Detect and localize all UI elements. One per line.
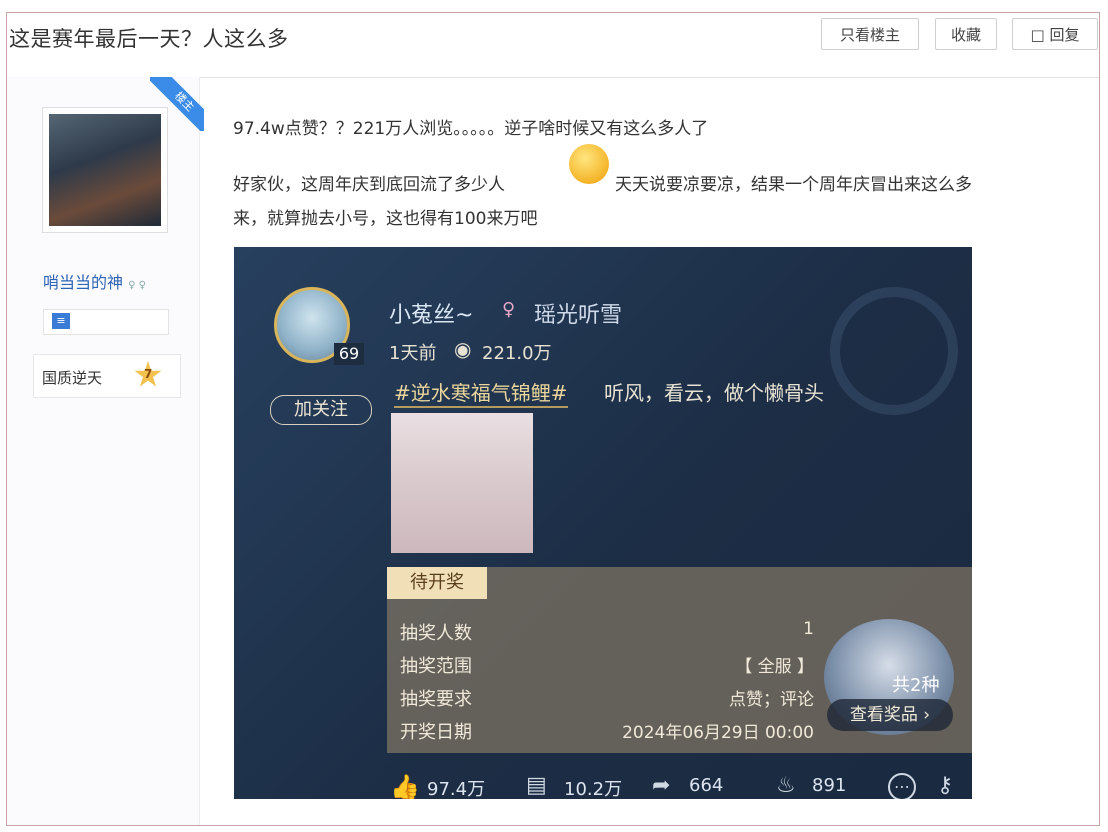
game-user-level: 69 — [334, 343, 364, 365]
lottery-value-requirement: 点赞；评论 — [729, 690, 814, 710]
author-name[interactable]: 哨当当的神 ♀ ♀ — [43, 269, 146, 293]
shares-count: 664 — [689, 775, 724, 796]
author-sidebar: 楼主 哨当当的神 ♀ ♀ ≡ 国质逆天 7 — [7, 77, 204, 825]
member-level-box: ≡ — [43, 309, 169, 335]
game-post-text: 听风，看云，做个懒骨头 — [604, 381, 824, 405]
user-title-box: 国质逆天 7 — [33, 354, 181, 398]
gender-icon: ♀ ♀ — [128, 280, 146, 291]
favorite-button[interactable]: 收藏 — [935, 18, 997, 50]
level-number: 7 — [144, 367, 153, 381]
chevron-right-icon: › — [923, 705, 931, 725]
gifts-count: 891 — [812, 775, 847, 796]
lottery-label-date: 开奖日期 — [400, 722, 472, 743]
more-icon[interactable]: ⋯ — [888, 773, 916, 799]
post-title: 这是赛年最后一天？人这么多 — [9, 27, 289, 51]
avatar[interactable] — [42, 107, 168, 233]
likes-count: 97.4万 — [427, 779, 486, 799]
smile-emoji-icon — [569, 144, 609, 184]
author-name-text: 哨当当的神 — [43, 273, 124, 292]
share-nodes-icon[interactable]: ⚷ — [937, 773, 953, 798]
post-header: 这是赛年最后一天？人这么多 只看楼主 收藏 □ 回复 — [7, 13, 1099, 78]
thumbs-up-icon[interactable]: 👍 — [390, 773, 420, 799]
female-icon: ♀ — [502, 299, 516, 320]
author-only-button[interactable]: 只看楼主 — [821, 18, 919, 50]
follow-button[interactable]: 加关注 — [270, 395, 372, 425]
post-line-2b: 天天说要凉要凉，结果一个周年庆冒出来这么多 — [615, 175, 972, 195]
share-icon[interactable]: ➦ — [652, 773, 670, 798]
lottery-value-date: 2024年06月29日 00:00 — [622, 723, 814, 743]
prize-count: 共2种 — [892, 675, 940, 696]
post-photo[interactable] — [391, 413, 533, 553]
post-line-1: 97.4w点赞？？221万人浏览。。。。。逆子啥时候又有这么多人了 — [233, 119, 709, 139]
lottery-status: 待开奖 — [387, 567, 487, 599]
post-line-2a: 好家伙，这周年庆到底回流了多少人 — [233, 175, 505, 195]
lottery-label-requirement: 抽奖要求 — [400, 689, 472, 710]
user-title: 国质逆天 — [42, 369, 103, 387]
comment-icon: □ — [1030, 26, 1045, 44]
hashtag-link[interactable]: #逆水寒福气锦鲤# — [394, 377, 568, 408]
game-user-name[interactable]: 小菟丝~ — [389, 297, 473, 329]
view-prizes-label: 查看奖品 — [849, 705, 918, 725]
post-line-3: 来，就算抛去小号，这也得有100来万吧 — [233, 209, 538, 229]
gift-icon[interactable]: ♨ — [776, 773, 796, 798]
lottery-value-scope: 【 全服 】 — [735, 657, 814, 677]
lottery-label-scope: 抽奖范围 — [400, 656, 472, 677]
lottery-value-participants: 1 — [803, 619, 814, 639]
lottery-label-participants: 抽奖人数 — [400, 623, 472, 644]
member-icon: ≡ — [52, 313, 70, 329]
comment-icon[interactable]: ▤ — [526, 773, 547, 798]
post-frame: 这是赛年最后一天？人这么多 只看楼主 收藏 □ 回复 楼主 哨当当的神 ♀ ♀ … — [6, 12, 1100, 826]
pinwheel-icon — [830, 287, 958, 415]
post-time: 1天前 — [389, 343, 437, 364]
avatar-image — [49, 114, 161, 226]
view-count: 221.0万 — [482, 343, 552, 364]
reply-button[interactable]: □ 回复 — [1012, 18, 1098, 50]
eye-icon: ◉ — [454, 337, 472, 361]
reply-label: 回复 — [1049, 26, 1080, 44]
game-server: 瑶光听雪 — [534, 303, 623, 328]
view-prizes-button[interactable]: 查看奖品 › — [827, 699, 953, 731]
embedded-screenshot: 69 加关注 小菟丝~ ♀ 瑶光听雪 1天前 ◉ 221.0万 #逆水寒福气锦鲤… — [234, 247, 972, 799]
comments-count: 10.2万 — [564, 779, 623, 799]
